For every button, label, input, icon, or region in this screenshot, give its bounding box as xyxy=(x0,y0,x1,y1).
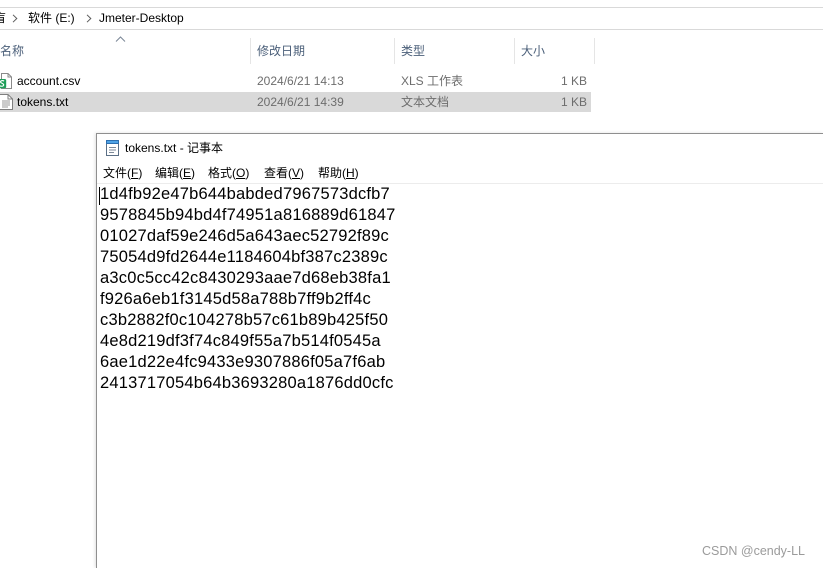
file-size: 1 KB xyxy=(560,74,587,88)
notepad-title-bar[interactable]: tokens.txt - 记事本 xyxy=(97,134,823,163)
file-name: account.csv xyxy=(17,74,81,88)
text-line: 6ae1d22e4fc9433e9307886f05a7f6ab xyxy=(100,353,386,371)
file-modified-date: 2024/6/21 14:13 xyxy=(257,74,344,88)
column-header-label: 修改日期 xyxy=(257,44,306,58)
text-line: f926a6eb1f3145d58a788b7ff9b2ff4c xyxy=(100,290,371,308)
text-line: 2413717054b64b3693280a1876dd0cfc xyxy=(100,374,394,392)
text-file-icon xyxy=(0,94,13,110)
menu-edit[interactable]: 编辑(E) xyxy=(154,163,196,183)
file-type: XLS 工作表 xyxy=(401,74,464,88)
menu-bar: 文件(F) 编辑(E) 格式(O) 查看(V) 帮助(H) xyxy=(97,163,823,183)
file-name: tokens.txt xyxy=(17,95,69,109)
text-line: c3b2882f0c104278b57c61b89b425f50 xyxy=(100,311,389,329)
column-divider[interactable] xyxy=(594,38,595,64)
window-title: tokens.txt - 记事本 xyxy=(125,141,224,155)
watermark: CSDN @cendy-LL xyxy=(702,544,806,558)
breadcrumb-item-folder[interactable]: Jmeter-Desktop xyxy=(99,11,184,25)
breadcrumb-item-drive[interactable]: 软件 (E:) xyxy=(28,11,75,25)
menu-file[interactable]: 文件(F) xyxy=(102,163,143,183)
text-line: 4e8d219df3f74c849f55a7b514f0545a xyxy=(100,332,381,350)
chevron-right-icon[interactable] xyxy=(12,14,18,23)
file-row[interactable]: account.csv 2024/6/21 14:13 XLS 工作表 1 KB xyxy=(0,71,591,91)
column-header-date-modified[interactable]: 修改日期 xyxy=(251,38,394,64)
notepad-window: tokens.txt - 记事本 文件(F) 编辑(E) 格式(O) 查看(V)… xyxy=(96,133,823,568)
chevron-right-icon[interactable] xyxy=(86,14,92,23)
text-line: 75054d9fd2644e1184604bf387c2389c xyxy=(100,248,388,266)
column-header-label: 类型 xyxy=(401,44,426,58)
menu-view[interactable]: 查看(V) xyxy=(263,163,305,183)
menu-format[interactable]: 格式(O) xyxy=(207,163,250,183)
text-line: 1d4fb92e47b644babded7967573dcfb7 xyxy=(100,185,390,203)
column-header-type[interactable]: 类型 xyxy=(395,38,514,64)
text-editor-area[interactable]: 1d4fb92e47b644babded7967573dcfb7 9578845… xyxy=(97,183,823,568)
text-line: 9578845b94bd4f74951a816889d61847 xyxy=(100,206,396,224)
column-header-label: 大小 xyxy=(521,44,546,58)
column-header-size[interactable]: 大小 xyxy=(515,38,594,64)
file-row[interactable]: tokens.txt 2024/6/21 14:39 文本文档 1 KB xyxy=(0,92,591,112)
menu-help[interactable]: 帮助(H) xyxy=(317,163,360,183)
text-line: a3c0c5cc42c8430293aae7d68eb38fa1 xyxy=(100,269,391,287)
text-line: 01027daf59e246d5a643aec52792f89c xyxy=(100,227,390,245)
column-header-name[interactable]: 名称 xyxy=(0,38,250,64)
file-type: 文本文档 xyxy=(401,95,450,109)
notepad-icon[interactable] xyxy=(105,140,120,156)
file-modified-date: 2024/6/21 14:39 xyxy=(257,95,344,109)
breadcrumb-item-this-pc[interactable]: 盲 xyxy=(0,11,6,25)
column-header-label: 名称 xyxy=(0,44,25,58)
file-size: 1 KB xyxy=(560,95,587,109)
csv-file-icon xyxy=(0,73,12,89)
